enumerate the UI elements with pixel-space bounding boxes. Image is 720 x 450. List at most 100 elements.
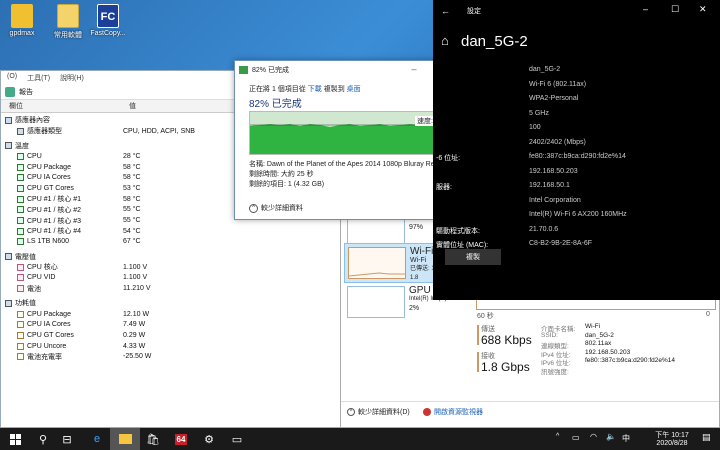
network-property: Intel(R) Wi-Fi 6 AX200 160MHz (433, 211, 720, 226)
sensor-value: 11.210 V (123, 285, 151, 293)
group-title: 感應器內容 (15, 117, 50, 125)
sensor-name: CPU #1 / 核心 #4 (27, 228, 82, 236)
property-value: 100 (529, 124, 541, 131)
sensor-icon (17, 217, 24, 225)
home-icon[interactable]: ⌂ (441, 33, 449, 48)
battery-icon[interactable]: ▭ (572, 433, 580, 442)
sensor-icon (17, 321, 24, 329)
sensor-value: 1.100 V (123, 274, 148, 282)
sensor-icon (17, 238, 24, 246)
property-key: 服器: (436, 184, 452, 191)
expand-icon (5, 253, 12, 261)
file-explorer-icon[interactable] (110, 428, 140, 450)
copy-icon (239, 65, 248, 74)
fewer-details-label: 較少詳細資料(D) (358, 409, 410, 416)
detail-key: 連線類型: (541, 343, 569, 350)
status-prefix: 正在將 1 個項目從 (249, 86, 306, 93)
property-value: Wi-Fi 6 (802.11ax) (529, 80, 587, 88)
close-button[interactable]: ✕ (699, 4, 707, 15)
sensor-name: CPU (27, 152, 42, 160)
sensor-value: 4.33 W (123, 342, 146, 350)
sensor-value: 55 °C (123, 206, 141, 214)
sensor-icon (17, 342, 24, 350)
destination-link[interactable]: 桌面 (347, 86, 361, 93)
minimize-button[interactable]: – (643, 4, 648, 14)
shortcut-icon (11, 4, 33, 28)
property-key (433, 95, 529, 110)
chevron-up-icon[interactable]: ^ (556, 433, 559, 440)
less-details-label: 較少詳細資料 (261, 205, 303, 212)
folder-icon (57, 4, 79, 28)
column-header-value[interactable]: 值 (121, 101, 136, 111)
task-manager-icon[interactable]: ▭ (222, 428, 252, 450)
desktop-icon-common-software[interactable]: 常用軟體 (46, 4, 90, 40)
sensor-name: CPU IA Cores (27, 321, 71, 329)
source-link[interactable]: 下載 (308, 86, 322, 93)
menu-item-help[interactable]: 說明(H) (60, 73, 84, 82)
sensor-name: CPU Uncore (27, 342, 67, 350)
sensor-value: 58 °C (123, 163, 141, 171)
wifi-icon[interactable]: ◠ (590, 432, 597, 441)
task-view-icon[interactable]: ⊟ (52, 428, 82, 450)
sensor-value: 53 °C (123, 184, 141, 192)
detail-value: 192.168.50.203 (585, 348, 631, 356)
expand-icon (5, 299, 12, 307)
desktop-icon-gpdmax[interactable]: gpdmax (0, 4, 44, 37)
property-value: 5 GHz (529, 109, 549, 117)
detail-key: 訊號強度: (541, 368, 569, 376)
group-title: 功耗值 (15, 300, 36, 308)
menu-item-tools[interactable]: 工具(T) (27, 73, 50, 82)
detail-key: 介面卡名稱: (541, 326, 576, 333)
sensor-icon (17, 227, 24, 235)
less-details-button[interactable]: ^ 較少詳細資料 (249, 203, 303, 213)
resource-monitor-icon (423, 408, 431, 416)
sensor-name: CPU VID (27, 274, 56, 282)
input-language[interactable]: 中 (622, 433, 630, 444)
desktop-icon-fastcopy[interactable]: FC FastCopy... (86, 4, 130, 37)
network-property: 192.168.50.203 (433, 168, 720, 183)
sensor-name: 感應器類型 (27, 128, 62, 136)
notification-icon[interactable]: ▤ (702, 432, 711, 443)
minimize-button[interactable]: – (407, 64, 421, 74)
sensor-icon (17, 206, 24, 214)
sensor-value: 58 °C (123, 195, 141, 203)
back-button[interactable]: ← (441, 6, 450, 16)
open-resource-monitor-label: 開啟資源監視器 (434, 409, 483, 416)
column-header-field[interactable]: 欄位 (1, 101, 121, 111)
report-button[interactable]: 報告 (19, 87, 33, 97)
fewer-details-link[interactable]: ^ 較少詳細資料(D) (347, 407, 410, 417)
sensor-name: CPU #1 / 核心 #3 (27, 217, 82, 225)
store-icon[interactable]: 🛍 (138, 428, 168, 450)
detail-key: SSID: (541, 331, 558, 339)
sensor-icon (17, 174, 24, 182)
edge-icon[interactable]: e (82, 428, 112, 450)
sensor-value: 28 °C (123, 152, 141, 160)
wifi-thumbnail-graph (348, 272, 405, 277)
sensor-value: CPU, HDD, ACPI, SNB (123, 127, 195, 135)
copy-button[interactable]: 複製 (445, 249, 501, 265)
network-property: dan_5G-2 (433, 66, 720, 81)
volume-icon[interactable]: 🔈 (606, 432, 616, 441)
sensor-name: CPU Package (27, 163, 71, 171)
maximize-button[interactable]: ☐ (671, 4, 679, 15)
property-value: WPA2-Personal (529, 95, 579, 102)
network-property: 100 (433, 124, 720, 139)
clock[interactable]: 下午 10:17 2020/8/28 (648, 430, 696, 447)
detail-value: fe80::387c:b9ca:d290:fd2e%14 (585, 357, 675, 364)
property-key: 驅動程式版本: (436, 227, 480, 235)
sensor-icon (17, 274, 24, 282)
settings-gear-icon[interactable]: ⚙ (194, 428, 224, 450)
start-button[interactable] (0, 428, 30, 450)
sensor-value: 0.29 W (123, 331, 146, 339)
network-property: Intel Corporation (433, 197, 720, 212)
open-resource-monitor-link[interactable]: 開啟資源監視器 (423, 407, 483, 417)
sensor-value: 12.10 W (123, 310, 150, 318)
network-heading: dan_5G-2 (461, 33, 528, 50)
menu-item[interactable]: (O) (7, 73, 17, 82)
detail-row: 連線類型: 802.11ax (541, 340, 716, 350)
time-remaining: 剩餘時間: 大約 25 秒 (249, 171, 314, 178)
hwinfo-app[interactable]: 64 (166, 428, 196, 450)
property-value: 192.168.50.1 (529, 182, 570, 189)
property-value: 21.70.0.6 (529, 225, 559, 233)
items-remaining: 剩餘的項目: 1 (4.32 GB) (249, 181, 325, 188)
